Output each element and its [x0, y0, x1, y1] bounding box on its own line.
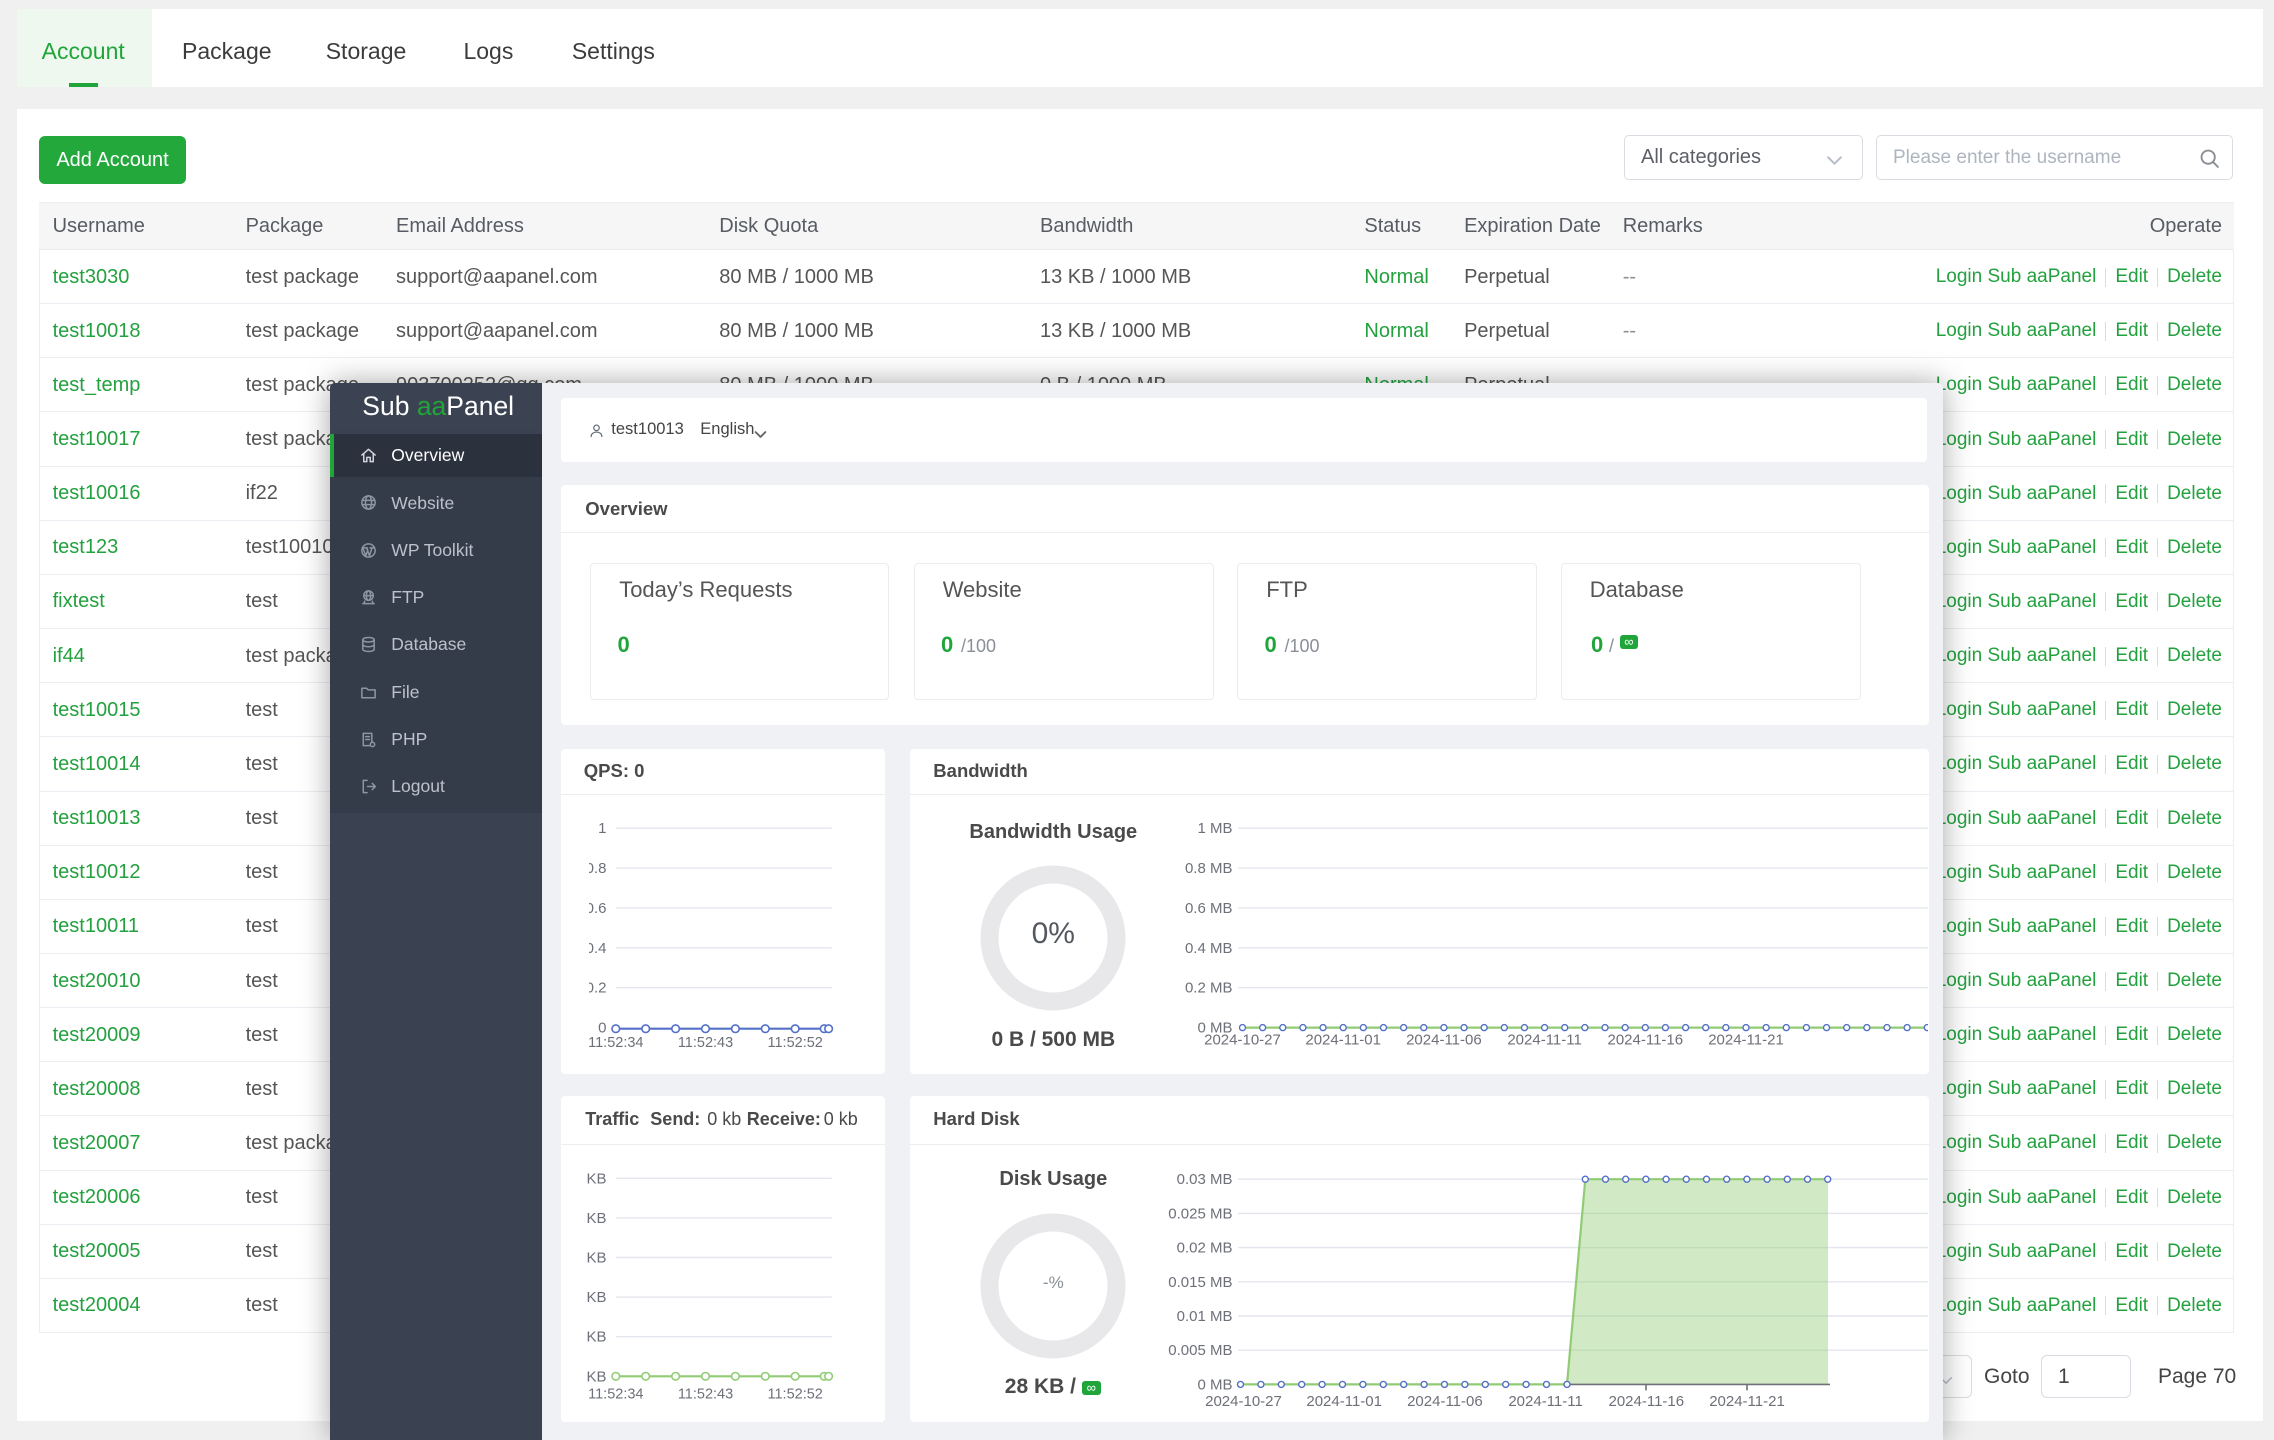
svg-text:2024-11-21: 2024-11-21 — [1709, 1393, 1785, 1410]
svg-text:2024-11-16: 2024-11-16 — [1609, 1393, 1685, 1410]
svg-text:KB: KB — [586, 1290, 606, 1307]
svg-text:0.01 MB: 0.01 MB — [1177, 1308, 1233, 1325]
svg-text:2024-10-27: 2024-10-27 — [1205, 1393, 1282, 1410]
svg-text:2024-10-27: 2024-10-27 — [1204, 1031, 1281, 1048]
svg-text:0.03 MB: 0.03 MB — [1177, 1172, 1233, 1189]
svg-text:0.4 MB: 0.4 MB — [1185, 940, 1233, 957]
svg-text:11:52:34: 11:52:34 — [588, 1035, 643, 1051]
svg-text:0.2 MB: 0.2 MB — [1185, 980, 1233, 997]
svg-text:2024-11-21: 2024-11-21 — [1708, 1031, 1784, 1048]
svg-text:1 MB: 1 MB — [1198, 820, 1233, 837]
svg-text:KB: KB — [586, 1369, 606, 1386]
svg-text:2024-11-11: 2024-11-11 — [1509, 1393, 1584, 1410]
svg-text:0.005 MB: 0.005 MB — [1169, 1343, 1233, 1360]
svg-text:KB: KB — [586, 1210, 606, 1227]
svg-text:0.02 MB: 0.02 MB — [1177, 1240, 1233, 1257]
svg-text:2024-11-11: 2024-11-11 — [1508, 1031, 1583, 1048]
svg-text:11:52:52: 11:52:52 — [767, 1387, 822, 1403]
svg-text:2024-11-16: 2024-11-16 — [1608, 1031, 1684, 1048]
svg-text:2024-11-06: 2024-11-06 — [1407, 1393, 1483, 1410]
svg-text:0.6 MB: 0.6 MB — [1185, 900, 1233, 917]
svg-text:0.015 MB: 0.015 MB — [1169, 1274, 1233, 1291]
svg-text:2024-11-01: 2024-11-01 — [1307, 1393, 1383, 1410]
svg-text:11:52:34: 11:52:34 — [588, 1387, 643, 1403]
svg-text:0.8 MB: 0.8 MB — [1185, 860, 1233, 877]
svg-text:0.025 MB: 0.025 MB — [1169, 1206, 1233, 1223]
svg-text:2024-11-06: 2024-11-06 — [1406, 1031, 1482, 1048]
svg-text:KB: KB — [586, 1250, 606, 1267]
svg-text:KB: KB — [586, 1329, 606, 1346]
svg-text:KB: KB — [586, 1171, 606, 1188]
svg-text:1: 1 — [598, 820, 606, 837]
svg-text:11:52:43: 11:52:43 — [678, 1387, 733, 1403]
svg-text:11:52:52: 11:52:52 — [767, 1035, 822, 1051]
svg-text:11:52:43: 11:52:43 — [678, 1035, 733, 1051]
svg-text:0 MB: 0 MB — [1198, 1377, 1233, 1394]
svg-text:2024-11-01: 2024-11-01 — [1306, 1031, 1382, 1048]
